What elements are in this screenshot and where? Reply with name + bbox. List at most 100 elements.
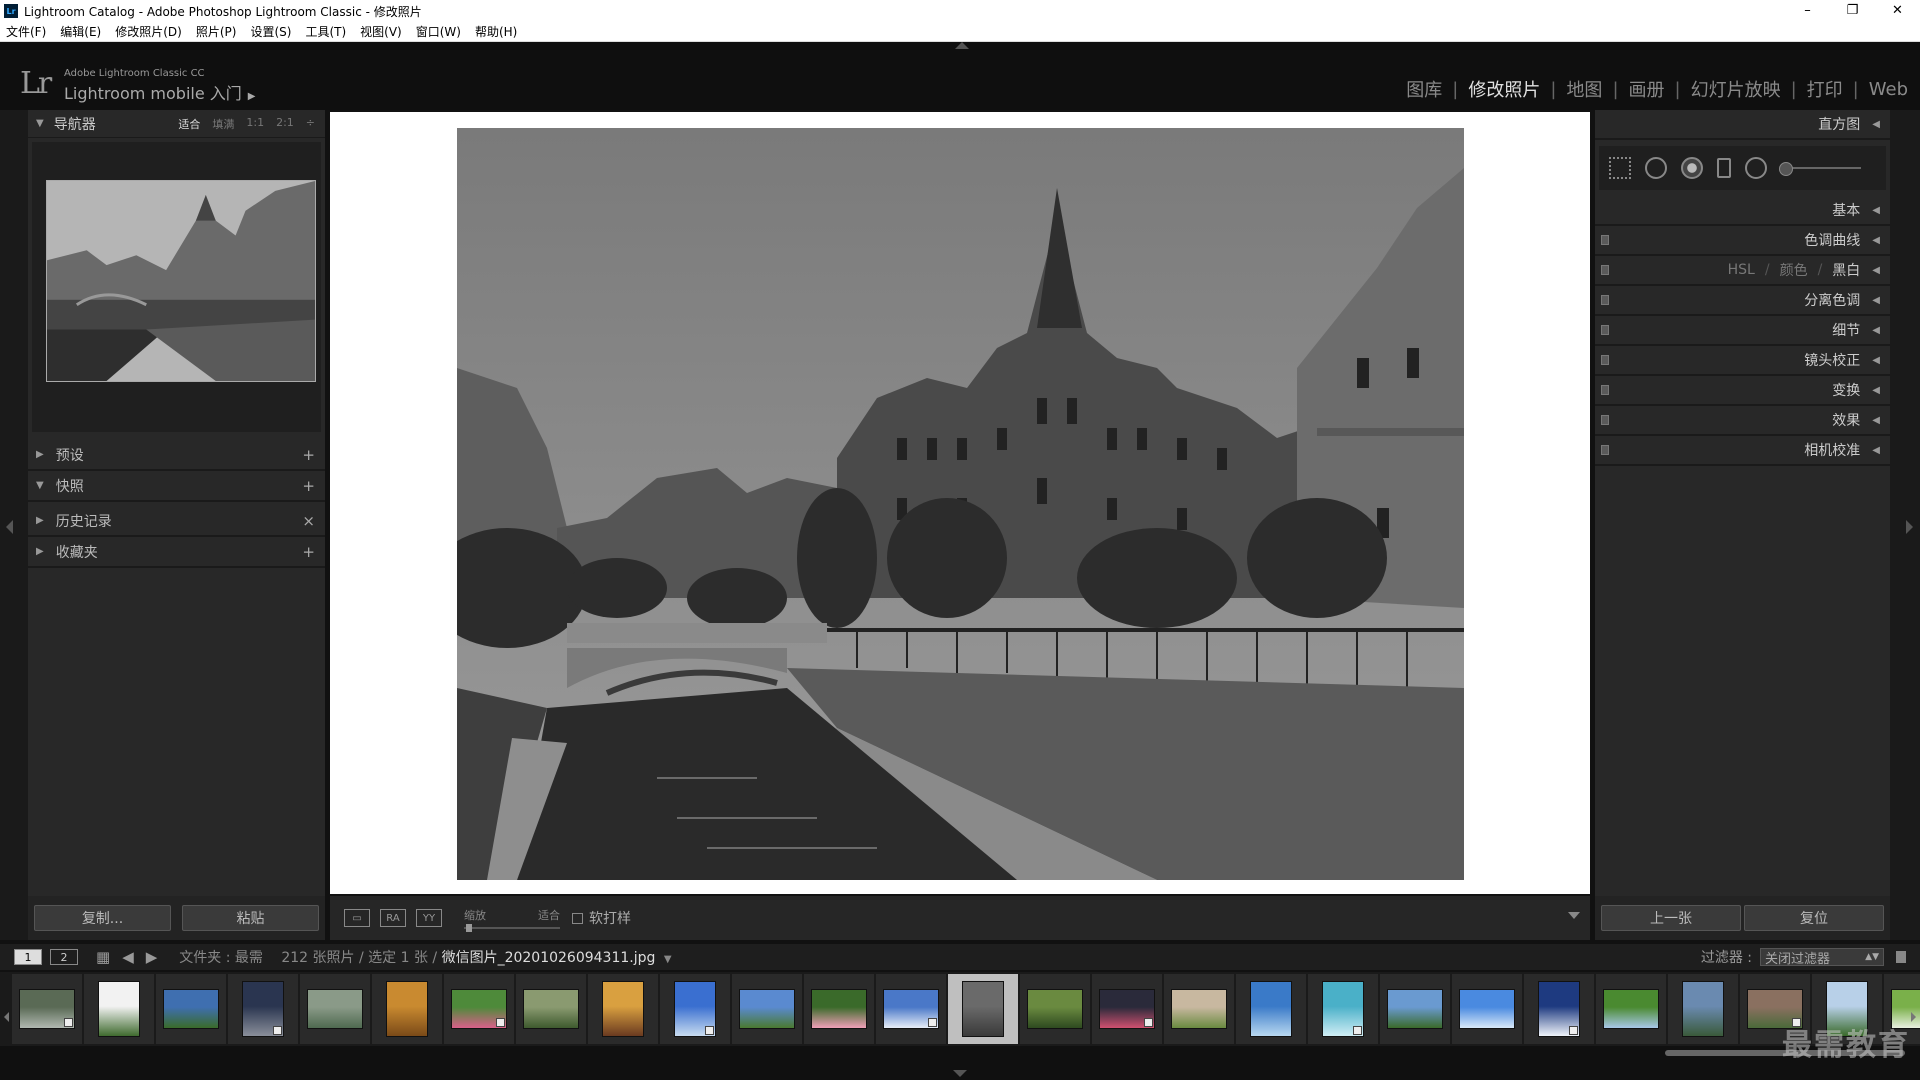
filmstrip-thumbnail[interactable] bbox=[300, 974, 370, 1044]
minimize-button[interactable]: – bbox=[1785, 0, 1830, 22]
zoom-more-icon[interactable]: ÷ bbox=[306, 116, 315, 132]
copy-button[interactable]: 复制... bbox=[34, 905, 171, 931]
filmstrip-thumbnail[interactable] bbox=[1164, 974, 1234, 1044]
module-slideshow[interactable]: 幻灯片放映 bbox=[1691, 76, 1781, 102]
module-web[interactable]: Web bbox=[1869, 79, 1908, 100]
filmstrip-thumbnail[interactable] bbox=[1524, 974, 1594, 1044]
add-collection-icon[interactable]: + bbox=[302, 543, 315, 561]
source-breadcrumb[interactable]: 文件夹 : 最需 212 张照片 / 选定 1 张 / 微信图片_2020102… bbox=[179, 947, 671, 967]
left-panel-toggle[interactable] bbox=[0, 110, 28, 940]
close-button[interactable]: ✕ bbox=[1875, 0, 1920, 22]
graduated-filter-icon[interactable] bbox=[1717, 158, 1731, 178]
collapse-top-panel-icon[interactable] bbox=[955, 42, 969, 49]
right-panel-toggle[interactable] bbox=[1890, 110, 1920, 940]
grid-view-icon[interactable]: ▦ bbox=[96, 948, 110, 966]
secondary-window-button[interactable]: 2 bbox=[50, 949, 78, 965]
filmstrip-thumbnail[interactable] bbox=[1668, 974, 1738, 1044]
zoom-fit[interactable]: 适合 bbox=[178, 116, 200, 132]
filter-select[interactable]: 关闭过滤器 ▲▼ bbox=[1760, 948, 1884, 967]
module-develop[interactable]: 修改照片 bbox=[1468, 76, 1540, 102]
panel-switch-icon[interactable] bbox=[1601, 445, 1609, 455]
panel-switch-icon[interactable] bbox=[1601, 385, 1609, 395]
split-toning-section[interactable]: 分离色调 ◀ bbox=[1595, 286, 1890, 316]
menu-help[interactable]: 帮助(H) bbox=[475, 23, 517, 40]
clear-history-icon[interactable]: × bbox=[302, 512, 315, 530]
camera-calibration-section[interactable]: 相机校准 ◀ bbox=[1595, 436, 1890, 466]
collapse-right-panel-icon[interactable] bbox=[1906, 520, 1913, 534]
filmstrip-thumbnail[interactable] bbox=[84, 974, 154, 1044]
back-arrow-icon[interactable]: ◀ bbox=[122, 948, 134, 966]
filmstrip-thumbnail[interactable] bbox=[1452, 974, 1522, 1044]
filmstrip-thumbnail[interactable] bbox=[660, 974, 730, 1044]
zoom-1-1[interactable]: 1:1 bbox=[246, 116, 264, 132]
menu-settings[interactable]: 设置(S) bbox=[250, 23, 291, 40]
panel-switch-icon[interactable] bbox=[1601, 295, 1609, 305]
filmstrip-scroll-right-icon[interactable] bbox=[1911, 1012, 1916, 1022]
basic-section[interactable]: 基本 ◀ bbox=[1595, 196, 1890, 226]
bw-tab[interactable]: 黑白 bbox=[1832, 260, 1860, 280]
zoom-slider-handle[interactable] bbox=[465, 924, 472, 932]
collections-section[interactable]: ▶ 收藏夹 + bbox=[28, 537, 325, 568]
filmstrip-thumbnail[interactable] bbox=[444, 974, 514, 1044]
soft-proof-checkbox[interactable] bbox=[572, 912, 583, 924]
zoom-slider[interactable] bbox=[464, 924, 560, 932]
effects-section[interactable]: 效果 ◀ bbox=[1595, 406, 1890, 436]
menu-develop[interactable]: 修改照片(D) bbox=[115, 23, 182, 40]
filmstrip-scroll-left-icon[interactable] bbox=[4, 1012, 9, 1022]
forward-arrow-icon[interactable]: ▶ bbox=[146, 948, 158, 966]
filmstrip-thumbnail[interactable] bbox=[588, 974, 658, 1044]
filmstrip-thumbnail[interactable] bbox=[372, 974, 442, 1044]
module-book[interactable]: 画册 bbox=[1629, 76, 1665, 102]
radial-filter-icon[interactable] bbox=[1745, 157, 1767, 179]
history-section[interactable]: ▶ 历史记录 × bbox=[28, 506, 325, 537]
tone-curve-section[interactable]: 色调曲线 ◀ bbox=[1595, 226, 1890, 256]
add-snapshot-icon[interactable]: + bbox=[302, 477, 315, 495]
panel-switch-icon[interactable] bbox=[1601, 265, 1609, 275]
menu-photo[interactable]: 照片(P) bbox=[196, 23, 237, 40]
filmstrip-thumbnail[interactable] bbox=[1380, 974, 1450, 1044]
panel-switch-icon[interactable] bbox=[1601, 325, 1609, 335]
crop-tool-icon[interactable] bbox=[1609, 157, 1631, 179]
module-library[interactable]: 图库 bbox=[1406, 76, 1442, 102]
menu-window[interactable]: 窗口(W) bbox=[416, 23, 461, 40]
toolbar-options-icon[interactable] bbox=[1568, 912, 1580, 919]
previous-button[interactable]: 上一张 bbox=[1601, 905, 1741, 931]
adjustment-brush-slider[interactable] bbox=[1779, 162, 1861, 176]
filmstrip-thumbnail[interactable] bbox=[228, 974, 298, 1044]
filmstrip[interactable] bbox=[0, 972, 1920, 1046]
loupe-view[interactable] bbox=[330, 112, 1590, 894]
menu-tools[interactable]: 工具(T) bbox=[305, 23, 346, 40]
red-eye-icon[interactable] bbox=[1681, 157, 1703, 179]
color-tab[interactable]: 颜色 bbox=[1780, 260, 1808, 280]
menu-edit[interactable]: 编辑(E) bbox=[60, 23, 101, 40]
add-preset-icon[interactable]: + bbox=[302, 446, 315, 464]
panel-switch-icon[interactable] bbox=[1601, 235, 1609, 245]
filmstrip-thumbnail[interactable] bbox=[1596, 974, 1666, 1044]
primary-window-button[interactable]: 1 bbox=[14, 949, 42, 965]
panel-switch-icon[interactable] bbox=[1601, 415, 1609, 425]
module-print[interactable]: 打印 bbox=[1807, 76, 1843, 102]
lens-corrections-section[interactable]: 镜头校正 ◀ bbox=[1595, 346, 1890, 376]
spot-removal-icon[interactable] bbox=[1645, 157, 1667, 179]
menu-view[interactable]: 视图(V) bbox=[360, 23, 402, 40]
filter-lock-icon[interactable] bbox=[1896, 951, 1906, 963]
loupe-view-icon[interactable]: ▭ bbox=[344, 909, 370, 927]
before-after-icon[interactable]: RA bbox=[380, 909, 406, 927]
panel-switch-icon[interactable] bbox=[1601, 355, 1609, 365]
navigator-preview[interactable] bbox=[32, 142, 321, 432]
zoom-2-1[interactable]: 2:1 bbox=[276, 116, 294, 132]
zoom-fill[interactable]: 填满 bbox=[212, 116, 234, 132]
filmstrip-thumbnail[interactable] bbox=[1092, 974, 1162, 1044]
filmstrip-thumbnail[interactable] bbox=[948, 974, 1018, 1044]
filmstrip-thumbnail[interactable] bbox=[1020, 974, 1090, 1044]
module-map[interactable]: 地图 bbox=[1566, 76, 1602, 102]
before-after-swap-icon[interactable]: YY bbox=[416, 909, 442, 927]
menu-file[interactable]: 文件(F) bbox=[6, 23, 46, 40]
filmstrip-thumbnail[interactable] bbox=[12, 974, 82, 1044]
detail-section[interactable]: 细节 ◀ bbox=[1595, 316, 1890, 346]
filmstrip-thumbnail[interactable] bbox=[1236, 974, 1306, 1044]
filmstrip-thumbnail[interactable] bbox=[156, 974, 226, 1044]
snapshots-section[interactable]: ▼ 快照 + bbox=[28, 471, 325, 502]
filmstrip-thumbnail[interactable] bbox=[804, 974, 874, 1044]
histogram-header[interactable]: 直方图 ◀ bbox=[1595, 110, 1890, 140]
